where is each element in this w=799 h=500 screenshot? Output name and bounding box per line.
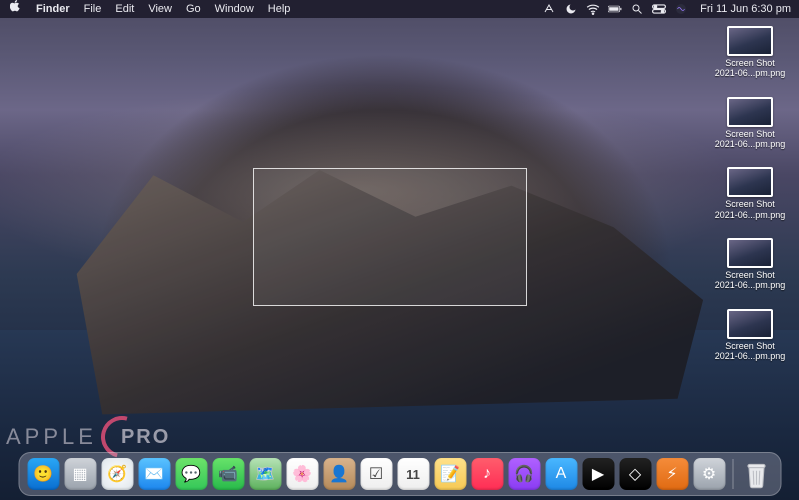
dock-app-calendar[interactable]: 11 xyxy=(397,458,429,490)
menubar: Finder FileEditViewGoWindowHelp Fri 11 J… xyxy=(0,0,799,18)
file-thumbnail-icon xyxy=(727,309,773,339)
file-thumbnail-icon xyxy=(727,238,773,268)
desktop-file[interactable]: Screen Shot2021-06...pm.png xyxy=(707,167,793,220)
menubar-menu-help[interactable]: Help xyxy=(261,3,298,15)
status-app-icon[interactable] xyxy=(542,2,556,16)
menubar-app-name[interactable]: Finder xyxy=(29,0,77,18)
dock-app-messages[interactable]: 💬 xyxy=(175,458,207,490)
drag-selection-rect xyxy=(253,168,527,306)
wifi-icon[interactable] xyxy=(586,2,600,16)
dock-app-tv[interactable]: ▶︎ xyxy=(582,458,614,490)
dock-app-mail[interactable]: ✉️ xyxy=(138,458,170,490)
apple-menu-icon[interactable] xyxy=(6,0,29,18)
dock-app-altserver[interactable]: ◇ xyxy=(619,458,651,490)
dock-app-music[interactable]: ♪ xyxy=(471,458,503,490)
file-thumbnail-icon xyxy=(727,26,773,56)
desktop-file[interactable]: Screen Shot2021-06...pm.png xyxy=(707,26,793,79)
file-label: Screen Shot2021-06...pm.png xyxy=(715,270,786,291)
dock: 🙂▦🧭✉️💬📹🗺️🌸👤☑︎11📝♪🎧A▶︎◇⚡︎⚙︎ xyxy=(18,452,781,496)
spotlight-icon[interactable] xyxy=(630,2,644,16)
file-label: Screen Shot2021-06...pm.png xyxy=(715,199,786,220)
dock-app-photos[interactable]: 🌸 xyxy=(286,458,318,490)
menubar-clock[interactable]: Fri 11 Jun 6:30 pm xyxy=(696,0,791,18)
dock-app-safari[interactable]: 🧭 xyxy=(101,458,133,490)
watermark-left: APPLE xyxy=(6,424,97,450)
menubar-menu-edit[interactable]: Edit xyxy=(108,3,141,15)
dock-app-podcasts[interactable]: 🎧 xyxy=(508,458,540,490)
menubar-menu-go[interactable]: Go xyxy=(179,3,208,15)
moon-icon[interactable] xyxy=(564,2,578,16)
dock-separator xyxy=(732,459,733,489)
dock-app-maps[interactable]: 🗺️ xyxy=(249,458,281,490)
dock-trash[interactable] xyxy=(740,458,772,490)
dock-app-notes[interactable]: 📝 xyxy=(434,458,466,490)
desktop-file[interactable]: Screen Shot2021-06...pm.png xyxy=(707,97,793,150)
control-center-icon[interactable] xyxy=(652,2,666,16)
desktop-file[interactable]: Screen Shot2021-06...pm.png xyxy=(707,309,793,362)
desktop-file[interactable]: Screen Shot2021-06...pm.png xyxy=(707,238,793,291)
menubar-left: Finder FileEditViewGoWindowHelp xyxy=(6,0,297,18)
siri-icon[interactable] xyxy=(674,2,688,16)
battery-icon[interactable] xyxy=(608,2,622,16)
dock-app-reminders[interactable]: ☑︎ xyxy=(360,458,392,490)
dock-app-facetime[interactable]: 📹 xyxy=(212,458,244,490)
menubar-menu-file[interactable]: File xyxy=(77,3,109,15)
menubar-menu-window[interactable]: Window xyxy=(208,3,261,15)
dock-app-settings[interactable]: ⚙︎ xyxy=(693,458,725,490)
file-label: Screen Shot2021-06...pm.png xyxy=(715,129,786,150)
menubar-status: Fri 11 Jun 6:30 pm xyxy=(542,0,793,18)
file-thumbnail-icon xyxy=(727,97,773,127)
dock-app-appstore[interactable]: A xyxy=(545,458,577,490)
file-thumbnail-icon xyxy=(727,167,773,197)
dock-app-contacts[interactable]: 👤 xyxy=(323,458,355,490)
file-label: Screen Shot2021-06...pm.png xyxy=(715,341,786,362)
dock-app-launchpad[interactable]: ▦ xyxy=(64,458,96,490)
file-label: Screen Shot2021-06...pm.png xyxy=(715,58,786,79)
menubar-menu-view[interactable]: View xyxy=(141,3,179,15)
desktop-icons-column: Screen Shot2021-06...pm.png Screen Shot20… xyxy=(707,26,793,361)
dock-app-taurine[interactable]: ⚡︎ xyxy=(656,458,688,490)
dock-app-finder[interactable]: 🙂 xyxy=(27,458,59,490)
